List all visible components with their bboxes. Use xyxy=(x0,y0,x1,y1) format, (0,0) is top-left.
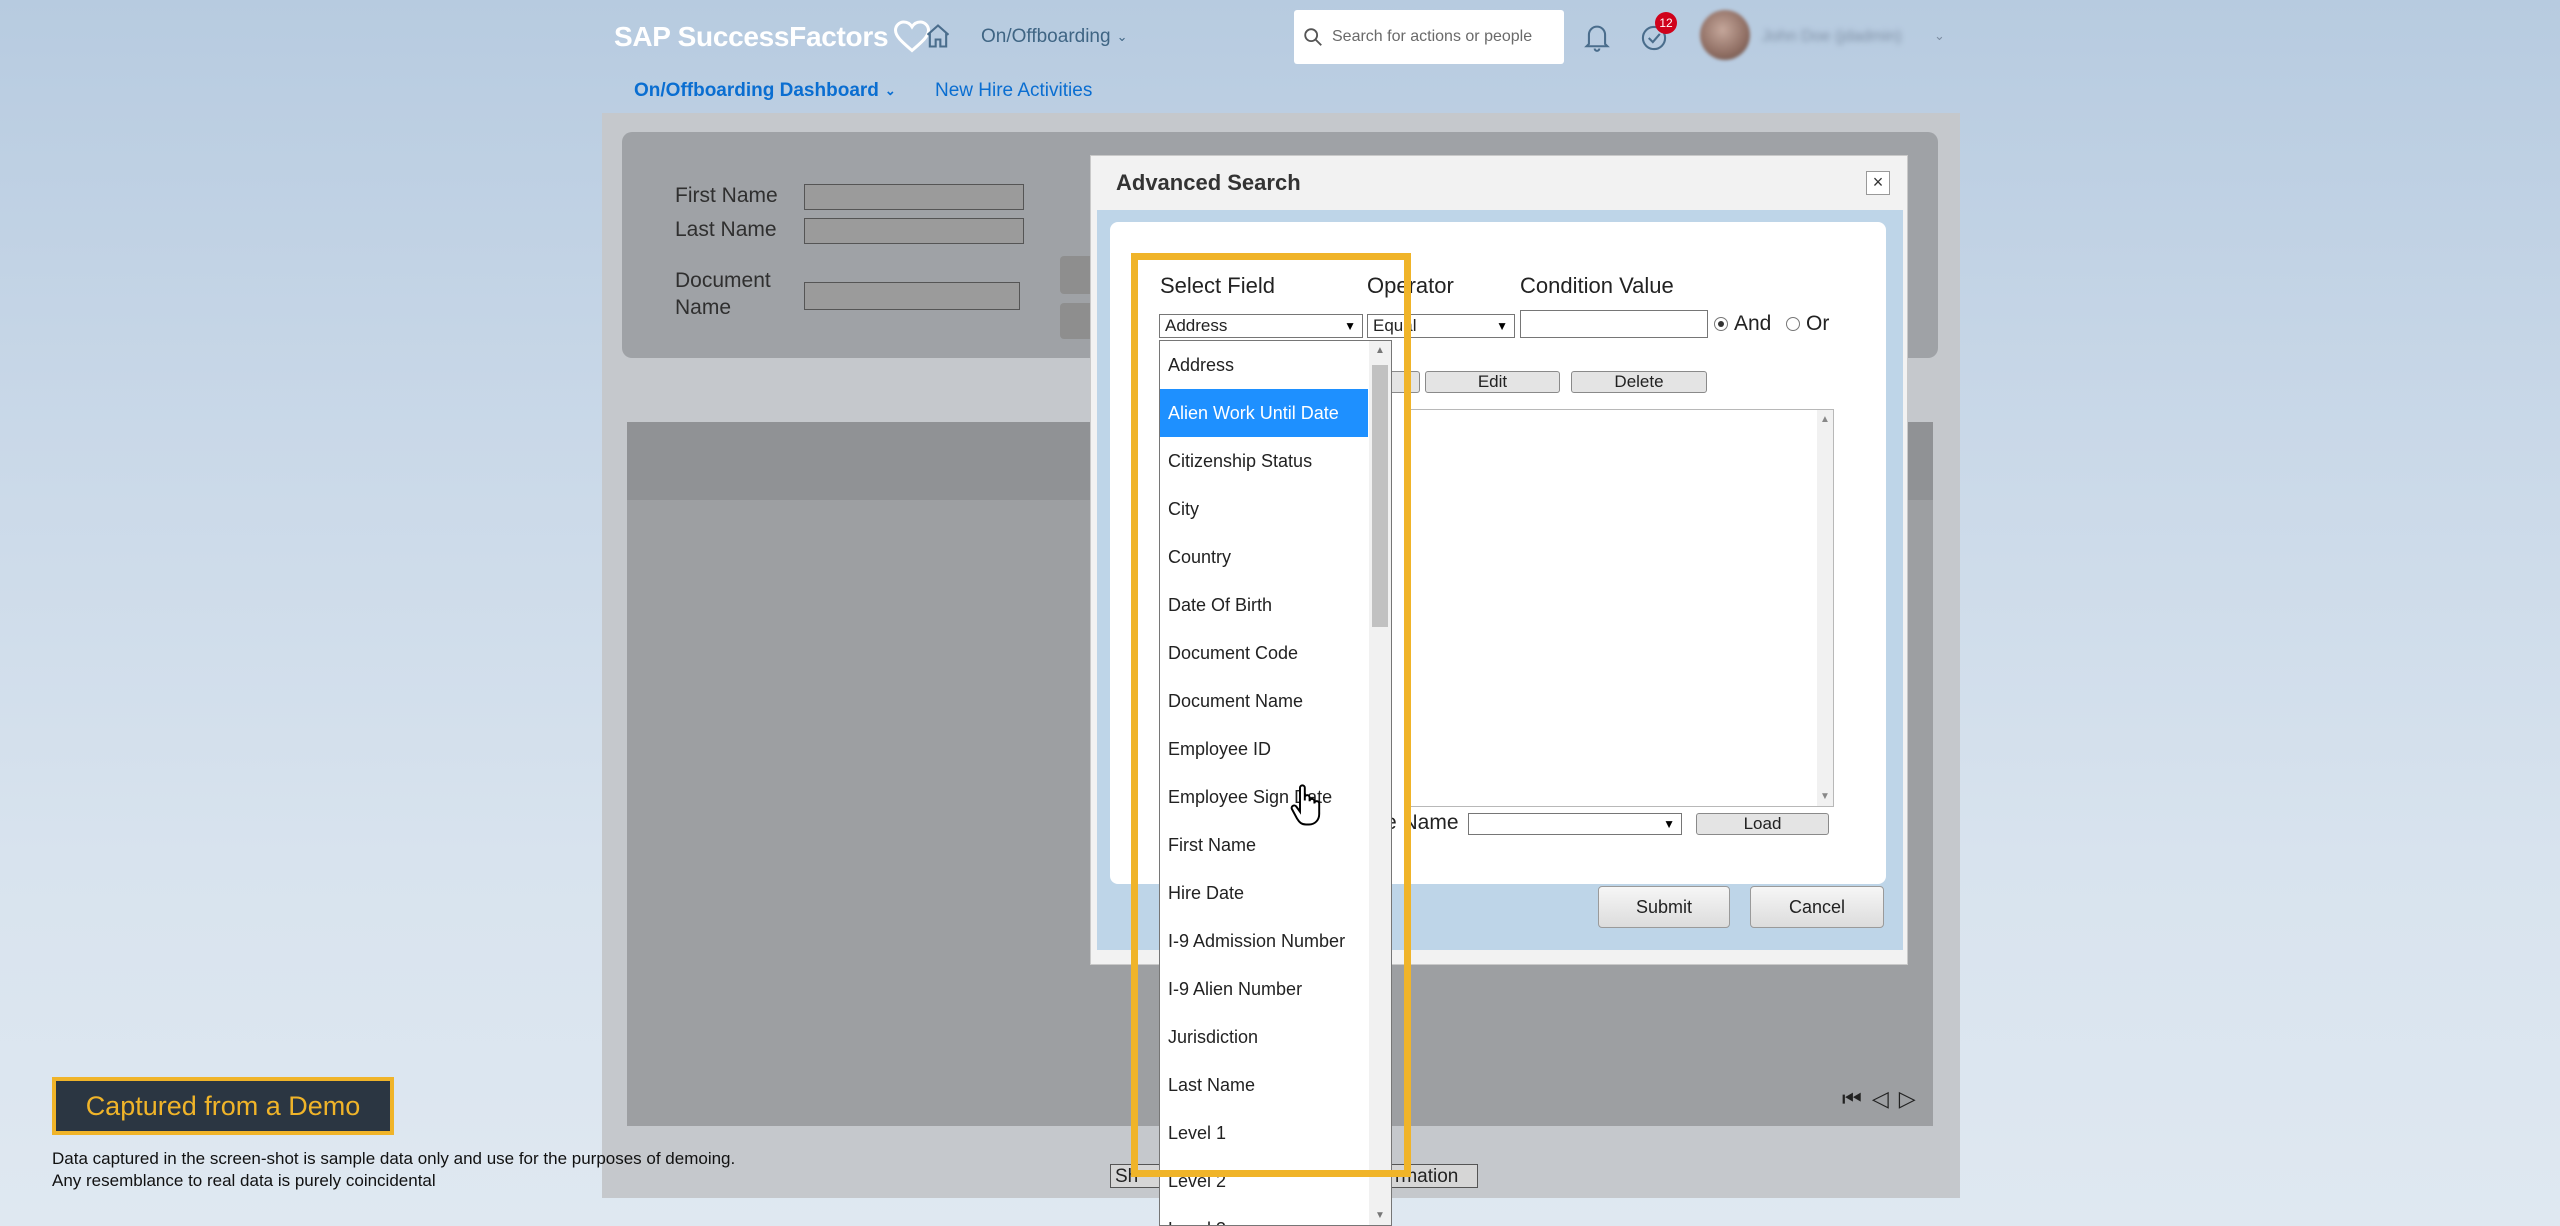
next-page-icon[interactable]: ▷ xyxy=(1899,1086,1916,1112)
load-button[interactable]: Load xyxy=(1696,813,1829,835)
demo-banner: Captured from a Demo xyxy=(52,1077,394,1135)
condition-value-label: Condition Value xyxy=(1520,273,1674,298)
clear-button[interactable] xyxy=(1060,303,1094,339)
logo-text: SAP SuccessFactors xyxy=(614,21,889,52)
close-icon[interactable]: × xyxy=(1866,171,1890,195)
module-menu[interactable]: On/Offboarding ⌄ xyxy=(981,26,1127,48)
or-label: Or xyxy=(1806,312,1830,335)
document-name-label-line1: Document xyxy=(675,269,771,292)
pager: ⏮ ◁ ▷ xyxy=(1842,1086,1916,1112)
global-search[interactable]: Search for actions or people xyxy=(1294,10,1564,64)
and-label: And xyxy=(1734,312,1772,335)
dropdown-option[interactable]: Level 3 xyxy=(1160,1205,1368,1225)
and-radio[interactable] xyxy=(1714,317,1728,331)
or-radio[interactable] xyxy=(1786,317,1800,331)
last-name-input[interactable] xyxy=(804,218,1024,244)
tab-label: On/Offboarding Dashboard xyxy=(634,80,879,101)
edit-button[interactable]: Edit xyxy=(1425,371,1560,393)
scroll-down-icon[interactable]: ▼ xyxy=(1375,1210,1385,1221)
search-placeholder: Search for actions or people xyxy=(1332,28,1533,45)
user-name[interactable]: John Doe (jdadmin) xyxy=(1762,28,1902,46)
module-menu-label: On/Offboarding xyxy=(981,26,1111,47)
home-icon[interactable] xyxy=(924,22,954,52)
last-name-label: Last Name xyxy=(675,218,777,241)
dialog-title: Advanced Search xyxy=(1116,170,1301,195)
bell-icon[interactable] xyxy=(1583,22,1611,57)
demo-note-line2: Any resemblance to real data is purely c… xyxy=(52,1171,436,1190)
document-name-input[interactable] xyxy=(804,282,1020,310)
tab-new-hire-activities[interactable]: New Hire Activities xyxy=(935,80,1092,102)
first-page-icon[interactable]: ⏮ xyxy=(1842,1086,1862,1112)
highlight-frame xyxy=(1131,253,1411,1177)
sap-successfactors-logo[interactable]: SAP SuccessFactors xyxy=(614,20,931,54)
condition-value-input[interactable] xyxy=(1520,310,1708,338)
chevron-down-icon: ⌄ xyxy=(884,83,896,98)
scrollbar[interactable]: ▲ ▼ xyxy=(1817,410,1833,806)
dropdown-arrow-icon: ▼ xyxy=(1663,817,1675,831)
delete-button[interactable]: Delete xyxy=(1571,371,1707,393)
cancel-button[interactable]: Cancel xyxy=(1750,886,1884,928)
scroll-up-icon[interactable]: ▲ xyxy=(1820,414,1830,425)
search-icon xyxy=(1304,28,1322,46)
demo-note-line1: Data captured in the screen-shot is samp… xyxy=(52,1149,736,1168)
submit-button[interactable]: Submit xyxy=(1598,886,1730,928)
avatar[interactable] xyxy=(1700,10,1750,60)
template-name-dropdown[interactable]: ▼ xyxy=(1468,813,1682,835)
dropdown-arrow-icon: ▼ xyxy=(1496,319,1508,333)
previous-page-icon[interactable]: ◁ xyxy=(1872,1086,1889,1112)
notification-badge: 12 xyxy=(1655,12,1677,34)
scroll-down-icon[interactable]: ▼ xyxy=(1820,791,1830,802)
hand-cursor-icon xyxy=(1288,782,1324,833)
search-button[interactable] xyxy=(1060,256,1094,294)
demo-note: Data captured in the screen-shot is samp… xyxy=(52,1148,735,1192)
chevron-down-icon: ⌄ xyxy=(1116,29,1128,44)
first-name-label: First Name xyxy=(675,184,778,207)
document-name-label-line2: Name xyxy=(675,296,732,319)
conditions-list[interactable]: ▲ ▼ xyxy=(1407,409,1834,807)
first-name-input[interactable] xyxy=(804,184,1024,210)
chevron-down-icon[interactable]: ⌄ xyxy=(1934,28,1945,44)
tab-onoffboarding-dashboard[interactable]: On/Offboarding Dashboard ⌄ xyxy=(634,80,896,102)
